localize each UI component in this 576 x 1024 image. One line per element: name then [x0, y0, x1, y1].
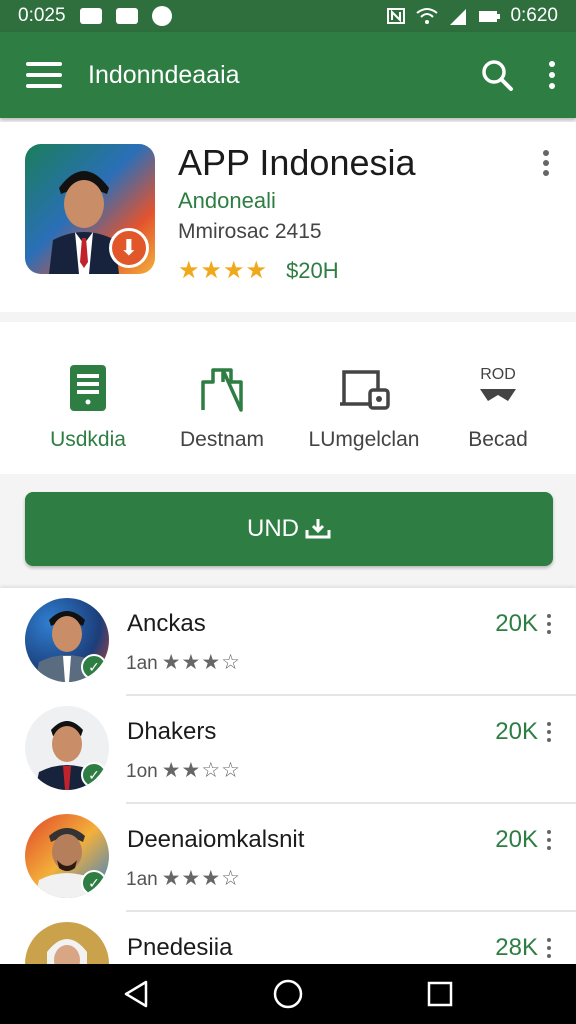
- action-label: Usdkdia: [50, 428, 126, 451]
- list-item-more-icon[interactable]: [546, 830, 552, 850]
- list-item-count: 28K: [495, 934, 538, 961]
- person-portrait-icon: [49, 171, 119, 274]
- list-item-count: 20K: [495, 718, 538, 745]
- app-bar: Indonndeaaia: [0, 32, 576, 118]
- list-item-stars: ★★★☆: [161, 651, 242, 674]
- action-label: LUmgelclan: [308, 428, 420, 451]
- home-button[interactable]: [268, 974, 308, 1014]
- app-bar-title: Indonndeaaia: [88, 60, 240, 89]
- device-icon: [340, 370, 390, 410]
- notification-icon: [79, 8, 102, 24]
- action-share[interactable]: Destnam: [150, 362, 294, 452]
- download-badge-icon: ⬇: [109, 228, 149, 268]
- recents-button[interactable]: [420, 974, 460, 1014]
- app-price: $20H: [286, 257, 339, 283]
- search-icon[interactable]: [480, 58, 514, 92]
- avatar: ✓: [25, 706, 109, 790]
- verified-badge-icon: ✓: [81, 870, 107, 896]
- app-developer-link[interactable]: Andoneali: [178, 188, 276, 214]
- app-meta: Mmirosac 2415: [178, 220, 322, 243]
- action-device[interactable]: LUmgelclan: [292, 362, 436, 452]
- list-item-name: Anckas: [127, 610, 206, 637]
- list-item-more-icon[interactable]: [546, 614, 552, 634]
- list-item-meta: 1on ★★☆☆: [126, 759, 242, 782]
- list-item[interactable]: ✓ Anckas 1an ★★★☆ 20K: [0, 588, 576, 696]
- action-document[interactable]: Usdkdia: [16, 362, 160, 452]
- app-notification-icon: [151, 6, 172, 26]
- action-badge[interactable]: ROD Becad: [426, 362, 570, 452]
- rating-stars: ★★★★: [178, 257, 269, 284]
- back-triangle-icon: [124, 980, 148, 1008]
- signal-icon: [450, 9, 467, 25]
- list-item-stars: ★★☆☆: [161, 759, 242, 782]
- action-label: Destnam: [179, 428, 265, 451]
- recents-square-icon: [427, 981, 453, 1007]
- download-tray-icon: [305, 519, 331, 539]
- list-item-count: 20K: [495, 826, 538, 853]
- list-item[interactable]: ✓ Deenaiomkalsnit 1an ★★★☆ 20K: [0, 804, 576, 912]
- avatar: ✓: [25, 814, 109, 898]
- actions-row: Usdkdia Destnam LUmgelclan ROD Becad: [0, 322, 576, 474]
- install-button-label: UND: [247, 515, 299, 542]
- document-icon: [70, 365, 106, 411]
- list-item-name: Deenaiomkalsnit: [127, 826, 305, 853]
- status-bar: 0:025 0:620: [0, 0, 576, 32]
- app-icon[interactable]: ⬇: [25, 144, 155, 274]
- list-item-name: Pnedesiia: [127, 934, 233, 961]
- list-item[interactable]: Pnedesiia 28K: [0, 912, 576, 964]
- app-header-card: ⬇ APP Indonesia Andoneali Mmirosac 2415 …: [0, 122, 576, 312]
- overflow-menu-icon[interactable]: [548, 61, 556, 89]
- status-time-right: 0:620: [510, 5, 558, 26]
- list-item-name: Dhakers: [127, 718, 217, 745]
- message-icon: [115, 8, 138, 24]
- list-item-meta: 1an ★★★☆: [126, 651, 242, 674]
- status-time-left: 0:025: [18, 5, 66, 26]
- back-button[interactable]: [116, 974, 156, 1014]
- install-button[interactable]: UND: [25, 492, 553, 566]
- app-title: APP Indonesia: [178, 142, 416, 183]
- verified-badge-icon: ✓: [81, 762, 107, 788]
- list-item[interactable]: ✓ Dhakers 1on ★★☆☆ 20K: [0, 696, 576, 804]
- list-item-count: 20K: [495, 610, 538, 637]
- list-item-meta: 1an ★★★☆: [126, 867, 242, 890]
- battery-icon: [479, 11, 501, 22]
- avatar: ✓: [25, 598, 109, 682]
- hamburger-menu-icon[interactable]: [26, 62, 62, 88]
- rod-badge-icon: ROD: [480, 366, 516, 401]
- person-avatar-icon: [47, 939, 87, 964]
- nfc-icon: [387, 8, 406, 24]
- list-item-more-icon[interactable]: [546, 722, 552, 742]
- related-apps-list: ✓ Anckas 1an ★★★☆ 20K ✓ Dhakers 1on ★★☆☆ 2…: [0, 588, 576, 964]
- avatar: [25, 922, 109, 964]
- app-overflow-icon[interactable]: [542, 150, 550, 176]
- list-item-more-icon[interactable]: [546, 938, 552, 958]
- app-rating: ★★★★ $20H: [178, 256, 339, 285]
- verified-badge-icon: ✓: [81, 654, 107, 680]
- share-icon: [201, 368, 243, 412]
- action-label: Becad: [468, 428, 528, 451]
- wifi-icon: [416, 8, 439, 24]
- list-item-stars: ★★★☆: [161, 867, 242, 890]
- system-navigation-bar: [0, 964, 576, 1024]
- badge-caption: ROD: [480, 366, 516, 383]
- home-circle-icon: [273, 979, 303, 1009]
